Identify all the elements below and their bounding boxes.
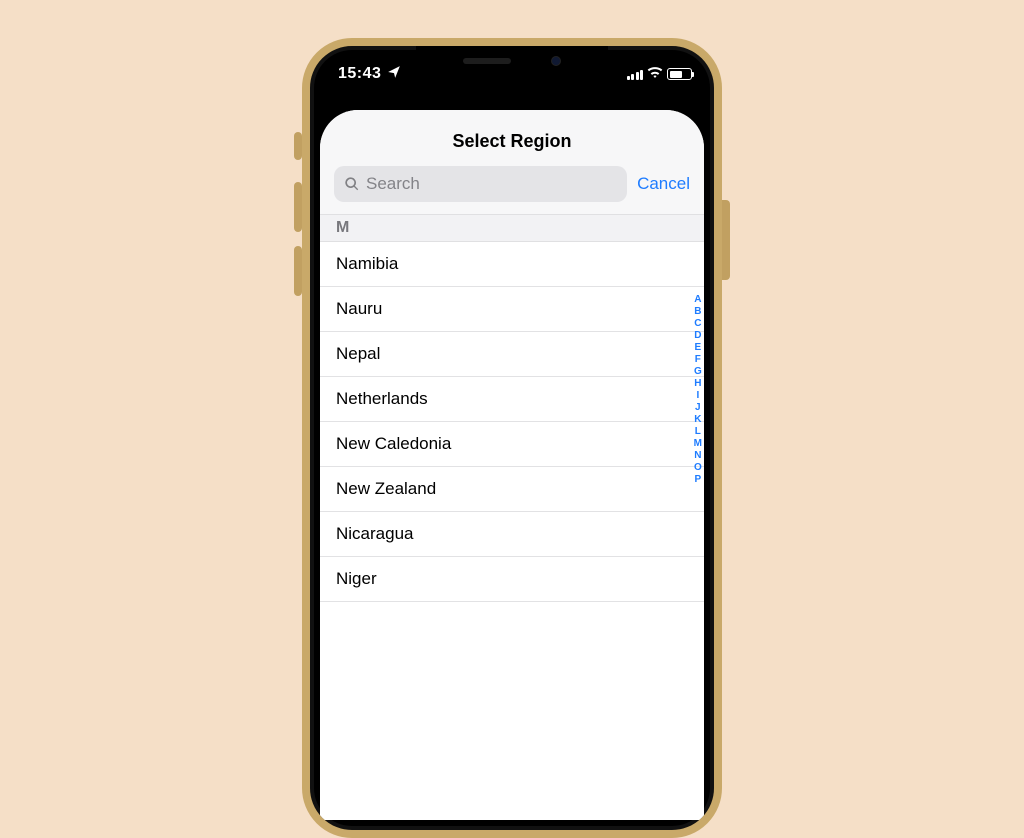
wifi-icon: [647, 65, 663, 83]
index-letter[interactable]: P: [694, 474, 701, 486]
index-letter[interactable]: H: [694, 378, 701, 390]
section-index[interactable]: A B C D E F G H I J K L M N O P: [694, 294, 702, 486]
list-item[interactable]: New Caledonia: [320, 422, 704, 467]
region-list[interactable]: M Namibia Nauru Nepal Netherlands New Ca…: [320, 214, 704, 602]
index-letter[interactable]: O: [694, 462, 702, 474]
earpiece-speaker: [463, 58, 511, 64]
index-letter[interactable]: C: [694, 318, 701, 330]
index-letter[interactable]: E: [694, 342, 701, 354]
index-letter[interactable]: F: [695, 354, 701, 366]
search-input[interactable]: [366, 174, 617, 194]
search-field[interactable]: [334, 166, 627, 202]
select-region-modal: Select Region Cancel: [320, 117, 704, 214]
magnifying-glass-icon: [344, 176, 360, 192]
list-item[interactable]: Niger: [320, 557, 704, 602]
section-header: M: [320, 214, 704, 242]
list-item[interactable]: Netherlands: [320, 377, 704, 422]
status-time: 15:43: [338, 65, 381, 83]
list-item[interactable]: Nicaragua: [320, 512, 704, 557]
list-item[interactable]: Nepal: [320, 332, 704, 377]
list-item[interactable]: Namibia: [320, 242, 704, 287]
notch: [416, 46, 608, 76]
front-camera: [551, 56, 561, 66]
index-letter[interactable]: N: [694, 450, 701, 462]
list-item[interactable]: Nauru: [320, 287, 704, 332]
index-letter[interactable]: I: [696, 390, 699, 402]
ringer-switch[interactable]: [294, 132, 302, 160]
location-arrow-icon: [387, 65, 401, 84]
index-letter[interactable]: L: [695, 426, 701, 438]
screen: Select Region Cancel M Namibia Nauru Nep…: [320, 110, 704, 820]
battery-icon: [667, 68, 692, 80]
index-letter[interactable]: D: [694, 330, 701, 342]
index-letter[interactable]: K: [694, 414, 701, 426]
index-letter[interactable]: M: [694, 438, 702, 450]
volume-up-button[interactable]: [294, 182, 302, 232]
index-letter[interactable]: G: [694, 366, 702, 378]
list-item[interactable]: New Zealand: [320, 467, 704, 512]
cellular-signal-icon: [627, 69, 644, 80]
battery-fill: [670, 71, 682, 78]
index-letter[interactable]: A: [694, 294, 701, 306]
index-letter[interactable]: J: [695, 402, 701, 414]
page-title: Select Region: [320, 117, 704, 162]
phone-frame: 15:43 Select Region: [302, 38, 722, 838]
volume-down-button[interactable]: [294, 246, 302, 296]
cancel-button[interactable]: Cancel: [637, 174, 690, 194]
index-letter[interactable]: B: [694, 306, 701, 318]
power-button[interactable]: [722, 200, 730, 280]
